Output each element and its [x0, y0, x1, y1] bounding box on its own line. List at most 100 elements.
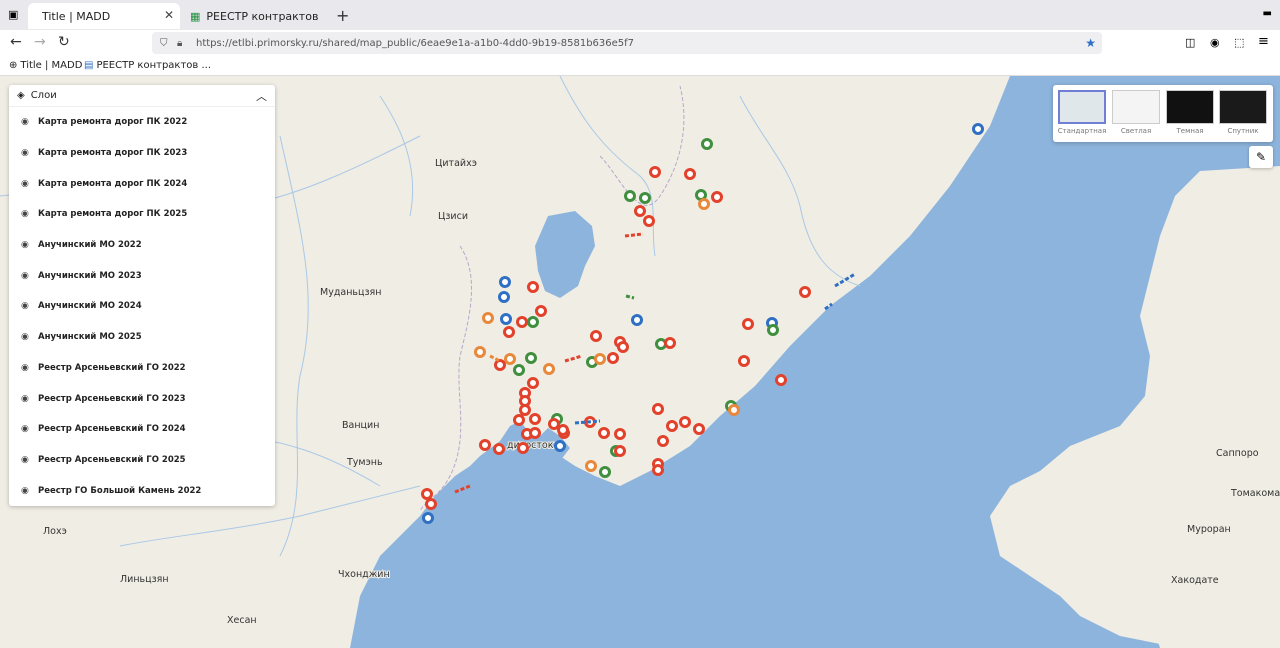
layers-panel-header[interactable]: ◈ Слои ︿	[9, 85, 275, 107]
road-segment[interactable]	[574, 419, 601, 425]
road-marker[interactable]	[698, 198, 710, 210]
road-marker[interactable]	[652, 403, 664, 415]
layer-item[interactable]: ◉ Реестр Арсеньевский ГО 2022	[9, 353, 275, 384]
road-marker[interactable]	[657, 435, 669, 447]
eye-icon[interactable]: ◉	[21, 209, 33, 219]
road-marker[interactable]	[799, 286, 811, 298]
road-marker[interactable]	[590, 330, 602, 342]
eye-icon[interactable]: ◉	[21, 486, 33, 496]
eye-icon[interactable]: ◉	[21, 394, 33, 404]
road-marker[interactable]	[474, 346, 486, 358]
eye-icon[interactable]: ◉	[21, 424, 33, 434]
road-marker[interactable]	[504, 353, 516, 365]
eye-icon[interactable]: ◉	[21, 271, 33, 281]
road-marker[interactable]	[527, 316, 539, 328]
road-marker[interactable]	[557, 424, 569, 436]
road-marker[interactable]	[479, 439, 491, 451]
road-marker[interactable]	[594, 353, 606, 365]
eye-icon[interactable]: ◉	[21, 455, 33, 465]
back-button[interactable]: ←	[10, 34, 22, 50]
road-marker[interactable]	[607, 352, 619, 364]
road-marker[interactable]	[525, 352, 537, 364]
eye-icon[interactable]: ◉	[21, 179, 33, 189]
layer-item[interactable]: ◉ Анучинский МО 2022	[9, 230, 275, 261]
account-icon[interactable]: ◉	[1210, 36, 1220, 49]
road-marker[interactable]	[519, 404, 531, 416]
road-marker[interactable]	[527, 281, 539, 293]
star-icon[interactable]: ★	[1085, 36, 1096, 50]
road-marker[interactable]	[738, 355, 750, 367]
reload-button[interactable]: ↻	[58, 34, 70, 50]
road-marker[interactable]	[652, 464, 664, 476]
road-marker[interactable]	[543, 363, 555, 375]
road-marker[interactable]	[585, 460, 597, 472]
road-marker[interactable]	[684, 168, 696, 180]
layer-item[interactable]: ◉ Реестр Арсеньевский ГО 2023	[9, 383, 275, 414]
road-marker[interactable]	[516, 316, 528, 328]
bookmark-madd[interactable]: ⊕ Title | MADD	[9, 60, 82, 71]
layer-item[interactable]: ◉ Реестр Арсеньевский ГО 2024	[9, 414, 275, 445]
road-marker[interactable]	[598, 427, 610, 439]
road-marker[interactable]	[498, 291, 510, 303]
road-marker[interactable]	[503, 326, 515, 338]
road-marker[interactable]	[535, 305, 547, 317]
eye-icon[interactable]: ◉	[21, 332, 33, 342]
road-marker[interactable]	[500, 313, 512, 325]
road-marker[interactable]	[649, 166, 661, 178]
pocket-icon[interactable]: ◫	[1185, 36, 1195, 49]
eye-icon[interactable]: ◉	[21, 148, 33, 158]
road-marker[interactable]	[529, 427, 541, 439]
road-marker[interactable]	[482, 312, 494, 324]
road-marker[interactable]	[643, 215, 655, 227]
road-marker[interactable]	[554, 440, 566, 452]
address-bar[interactable]: ⛉ 🔒︎ https://etlbi.primorsky.ru/shared/m…	[152, 32, 1102, 54]
road-marker[interactable]	[634, 205, 646, 217]
road-marker[interactable]	[527, 377, 539, 389]
tab-overview-icon[interactable]: ▣	[8, 8, 18, 21]
road-marker[interactable]	[617, 341, 629, 353]
layer-item[interactable]: ◉ Карта ремонта дорог ПК 2022	[9, 107, 275, 138]
window-icon[interactable]: ▬	[1263, 8, 1272, 19]
chevron-up-icon[interactable]: ︿	[256, 88, 267, 104]
basemap-dark-thumb[interactable]	[1166, 90, 1214, 124]
forward-button[interactable]: →	[34, 34, 46, 50]
road-segment[interactable]	[624, 232, 644, 238]
layer-item[interactable]: ◉ Реестр Арсеньевский ГО 2025	[9, 445, 275, 476]
layer-item[interactable]: ◉ Карта ремонта дорог ПК 2023	[9, 138, 275, 169]
layer-item[interactable]: ◉ Карта ремонта дорог ПК 2025	[9, 199, 275, 230]
layer-item[interactable]: ◉ Карта ремонта дорог ПК 2024	[9, 168, 275, 199]
layer-item[interactable]: ◉ Анучинский МО 2024	[9, 291, 275, 322]
basemap-standard-thumb[interactable]	[1058, 90, 1106, 124]
road-marker[interactable]	[599, 466, 611, 478]
road-marker[interactable]	[711, 191, 723, 203]
layer-item[interactable]: ◉ Реестр ГО Большой Камень 2022	[9, 475, 275, 506]
road-marker[interactable]	[548, 418, 560, 430]
road-marker[interactable]	[422, 512, 434, 524]
eye-icon[interactable]: ◉	[21, 301, 33, 311]
road-marker[interactable]	[493, 443, 505, 455]
extensions-icon[interactable]: ⬚	[1234, 36, 1244, 49]
road-marker[interactable]	[639, 192, 651, 204]
eye-icon[interactable]: ◉	[21, 117, 33, 127]
road-marker[interactable]	[513, 364, 525, 376]
new-tab-button[interactable]: +	[336, 6, 349, 25]
eye-icon[interactable]: ◉	[21, 240, 33, 250]
road-marker[interactable]	[513, 414, 525, 426]
road-marker[interactable]	[614, 428, 626, 440]
tab-reestr[interactable]: ▦ РЕЕСТР контрактов МТДХ	[182, 3, 330, 29]
road-marker[interactable]	[517, 442, 529, 454]
road-marker[interactable]	[614, 445, 626, 457]
road-marker[interactable]	[624, 190, 636, 202]
road-marker[interactable]	[664, 337, 676, 349]
road-marker[interactable]	[728, 404, 740, 416]
road-marker[interactable]	[701, 138, 713, 150]
road-marker[interactable]	[972, 123, 984, 135]
edit-pencil-button[interactable]: ✎	[1249, 146, 1273, 168]
road-marker[interactable]	[494, 359, 506, 371]
road-marker[interactable]	[421, 488, 433, 500]
layer-item[interactable]: ◉ Анучинский МО 2023	[9, 260, 275, 291]
menu-icon[interactable]: ≡	[1258, 34, 1269, 49]
road-marker[interactable]	[425, 498, 437, 510]
road-marker[interactable]	[529, 413, 541, 425]
layer-item[interactable]: ◉ Анучинский МО 2025	[9, 322, 275, 353]
